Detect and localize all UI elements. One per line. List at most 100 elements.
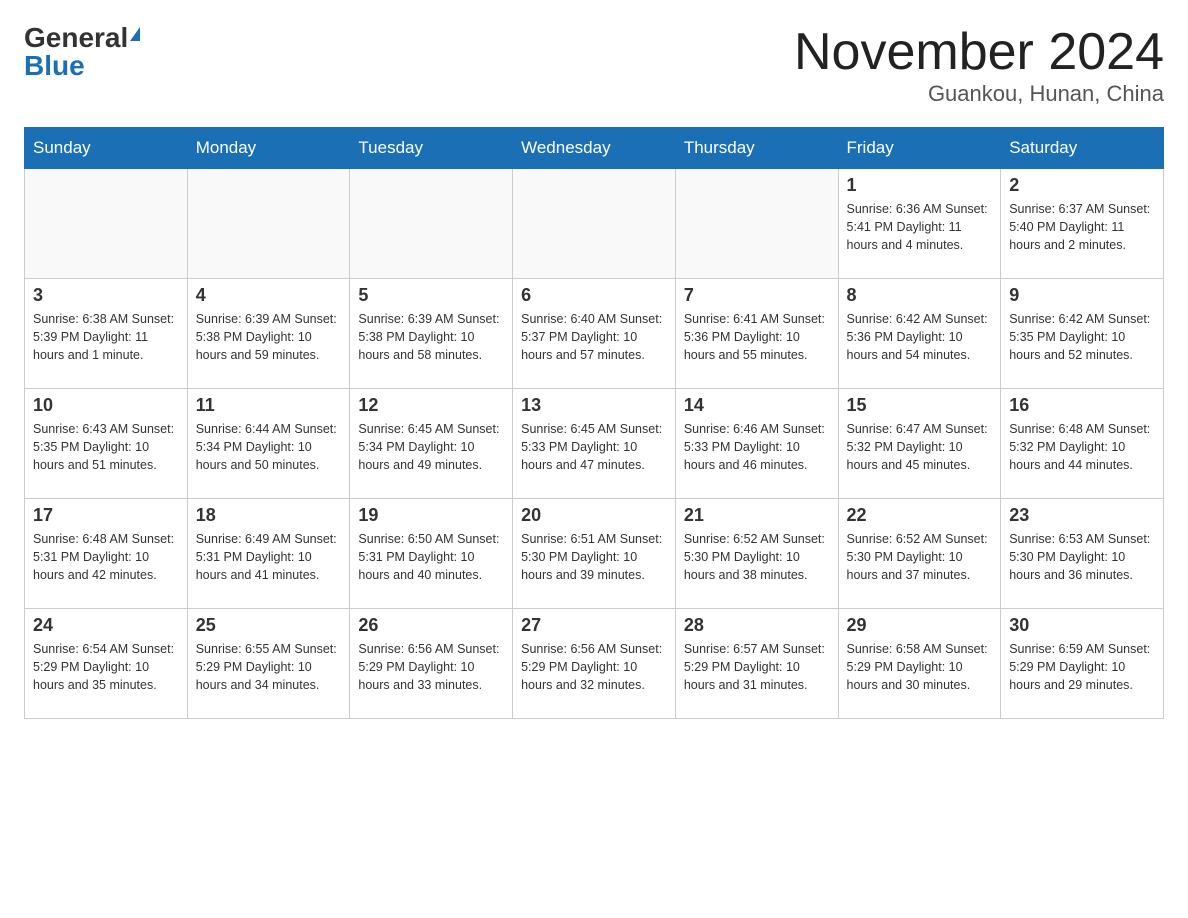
- calendar-cell: 23 Sunrise: 6:53 AM Sunset: 5:30 PM Dayli…: [1001, 499, 1164, 609]
- day-info: Sunrise: 6:49 AM Sunset: 5:31 PM Dayligh…: [196, 530, 342, 584]
- weekday-header-thursday: Thursday: [675, 128, 838, 169]
- calendar-cell: 19 Sunrise: 6:50 AM Sunset: 5:31 PM Dayli…: [350, 499, 513, 609]
- calendar-cell: 29 Sunrise: 6:58 AM Sunset: 5:29 PM Dayli…: [838, 609, 1001, 719]
- day-number: 21: [684, 505, 830, 526]
- day-number: 14: [684, 395, 830, 416]
- day-number: 20: [521, 505, 667, 526]
- day-info: Sunrise: 6:36 AM Sunset: 5:41 PM Dayligh…: [847, 200, 993, 254]
- day-info: Sunrise: 6:41 AM Sunset: 5:36 PM Dayligh…: [684, 310, 830, 364]
- day-number: 11: [196, 395, 342, 416]
- calendar-cell: 26Sunrise: 6:56 AM Sunset: 5:29 PM Dayli…: [350, 609, 513, 719]
- day-number: 30: [1009, 615, 1155, 636]
- day-info: Sunrise: 6:45 AM Sunset: 5:33 PM Dayligh…: [521, 420, 667, 474]
- logo-general-text: General: [24, 24, 128, 52]
- calendar-cell: 4 Sunrise: 6:39 AM Sunset: 5:38 PM Daylig…: [187, 279, 350, 389]
- weekday-header-sunday: Sunday: [25, 128, 188, 169]
- day-number: 24: [33, 615, 179, 636]
- calendar-cell: 27Sunrise: 6:56 AM Sunset: 5:29 PM Dayli…: [513, 609, 676, 719]
- day-number: 22: [847, 505, 993, 526]
- calendar-cell: [350, 169, 513, 279]
- calendar-cell: 2 Sunrise: 6:37 AM Sunset: 5:40 PM Daylig…: [1001, 169, 1164, 279]
- weekday-header-saturday: Saturday: [1001, 128, 1164, 169]
- calendar-cell: [513, 169, 676, 279]
- calendar-subtitle: Guankou, Hunan, China: [794, 81, 1164, 107]
- day-info: Sunrise: 6:39 AM Sunset: 5:38 PM Dayligh…: [358, 310, 504, 364]
- calendar-cell: 18Sunrise: 6:49 AM Sunset: 5:31 PM Dayli…: [187, 499, 350, 609]
- day-info: Sunrise: 6:48 AM Sunset: 5:31 PM Dayligh…: [33, 530, 179, 584]
- day-number: 9: [1009, 285, 1155, 306]
- calendar-cell: [675, 169, 838, 279]
- day-number: 12: [358, 395, 504, 416]
- weekday-header-friday: Friday: [838, 128, 1001, 169]
- day-info: Sunrise: 6:52 AM Sunset: 5:30 PM Dayligh…: [847, 530, 993, 584]
- calendar-week-row: 24 Sunrise: 6:54 AM Sunset: 5:29 PM Dayli…: [25, 609, 1164, 719]
- weekday-header-monday: Monday: [187, 128, 350, 169]
- logo-triangle-icon: [130, 27, 140, 41]
- calendar-header: SundayMondayTuesdayWednesdayThursdayFrid…: [25, 128, 1164, 169]
- day-number: 13: [521, 395, 667, 416]
- day-info: Sunrise: 6:37 AM Sunset: 5:40 PM Dayligh…: [1009, 200, 1155, 254]
- calendar-cell: 12 Sunrise: 6:45 AM Sunset: 5:34 PM Dayli…: [350, 389, 513, 499]
- calendar-cell: 17 Sunrise: 6:48 AM Sunset: 5:31 PM Dayli…: [25, 499, 188, 609]
- calendar-cell: 15 Sunrise: 6:47 AM Sunset: 5:32 PM Dayli…: [838, 389, 1001, 499]
- day-number: 23: [1009, 505, 1155, 526]
- day-info: Sunrise: 6:53 AM Sunset: 5:30 PM Dayligh…: [1009, 530, 1155, 584]
- calendar-cell: 3Sunrise: 6:38 AM Sunset: 5:39 PM Daylig…: [25, 279, 188, 389]
- weekday-header-wednesday: Wednesday: [513, 128, 676, 169]
- day-number: 28: [684, 615, 830, 636]
- day-number: 3: [33, 285, 179, 306]
- page-header: General Blue November 2024 Guankou, Huna…: [24, 24, 1164, 107]
- calendar-cell: 20Sunrise: 6:51 AM Sunset: 5:30 PM Dayli…: [513, 499, 676, 609]
- day-info: Sunrise: 6:42 AM Sunset: 5:35 PM Dayligh…: [1009, 310, 1155, 364]
- day-info: Sunrise: 6:55 AM Sunset: 5:29 PM Dayligh…: [196, 640, 342, 694]
- day-info: Sunrise: 6:47 AM Sunset: 5:32 PM Dayligh…: [847, 420, 993, 474]
- day-number: 7: [684, 285, 830, 306]
- day-info: Sunrise: 6:48 AM Sunset: 5:32 PM Dayligh…: [1009, 420, 1155, 474]
- calendar-cell: 5Sunrise: 6:39 AM Sunset: 5:38 PM Daylig…: [350, 279, 513, 389]
- day-info: Sunrise: 6:58 AM Sunset: 5:29 PM Dayligh…: [847, 640, 993, 694]
- day-number: 29: [847, 615, 993, 636]
- calendar-cell: 24 Sunrise: 6:54 AM Sunset: 5:29 PM Dayli…: [25, 609, 188, 719]
- calendar-cell: 14 Sunrise: 6:46 AM Sunset: 5:33 PM Dayli…: [675, 389, 838, 499]
- day-number: 27: [521, 615, 667, 636]
- logo-blue-text: Blue: [24, 52, 85, 80]
- day-number: 1: [847, 175, 993, 196]
- day-info: Sunrise: 6:54 AM Sunset: 5:29 PM Dayligh…: [33, 640, 179, 694]
- day-number: 15: [847, 395, 993, 416]
- calendar-week-row: 10Sunrise: 6:43 AM Sunset: 5:35 PM Dayli…: [25, 389, 1164, 499]
- calendar-cell: 6Sunrise: 6:40 AM Sunset: 5:37 PM Daylig…: [513, 279, 676, 389]
- calendar-title: November 2024: [794, 24, 1164, 81]
- calendar-cell: 10Sunrise: 6:43 AM Sunset: 5:35 PM Dayli…: [25, 389, 188, 499]
- calendar-cell: 22 Sunrise: 6:52 AM Sunset: 5:30 PM Dayli…: [838, 499, 1001, 609]
- day-number: 25: [196, 615, 342, 636]
- day-info: Sunrise: 6:46 AM Sunset: 5:33 PM Dayligh…: [684, 420, 830, 474]
- day-info: Sunrise: 6:59 AM Sunset: 5:29 PM Dayligh…: [1009, 640, 1155, 694]
- day-info: Sunrise: 6:44 AM Sunset: 5:34 PM Dayligh…: [196, 420, 342, 474]
- day-number: 17: [33, 505, 179, 526]
- day-info: Sunrise: 6:45 AM Sunset: 5:34 PM Dayligh…: [358, 420, 504, 474]
- day-number: 4: [196, 285, 342, 306]
- day-info: Sunrise: 6:42 AM Sunset: 5:36 PM Dayligh…: [847, 310, 993, 364]
- calendar-cell: 28 Sunrise: 6:57 AM Sunset: 5:29 PM Dayli…: [675, 609, 838, 719]
- day-info: Sunrise: 6:43 AM Sunset: 5:35 PM Dayligh…: [33, 420, 179, 474]
- logo: General Blue: [24, 24, 140, 80]
- day-number: 2: [1009, 175, 1155, 196]
- weekday-header-tuesday: Tuesday: [350, 128, 513, 169]
- weekday-header-row: SundayMondayTuesdayWednesdayThursdayFrid…: [25, 128, 1164, 169]
- calendar-week-row: 3Sunrise: 6:38 AM Sunset: 5:39 PM Daylig…: [25, 279, 1164, 389]
- day-info: Sunrise: 6:52 AM Sunset: 5:30 PM Dayligh…: [684, 530, 830, 584]
- calendar-cell: 25 Sunrise: 6:55 AM Sunset: 5:29 PM Dayli…: [187, 609, 350, 719]
- day-number: 6: [521, 285, 667, 306]
- day-number: 19: [358, 505, 504, 526]
- calendar-cell: 11 Sunrise: 6:44 AM Sunset: 5:34 PM Dayli…: [187, 389, 350, 499]
- day-info: Sunrise: 6:50 AM Sunset: 5:31 PM Dayligh…: [358, 530, 504, 584]
- calendar-cell: 30 Sunrise: 6:59 AM Sunset: 5:29 PM Dayli…: [1001, 609, 1164, 719]
- day-number: 16: [1009, 395, 1155, 416]
- day-info: Sunrise: 6:57 AM Sunset: 5:29 PM Dayligh…: [684, 640, 830, 694]
- calendar-week-row: 1 Sunrise: 6:36 AM Sunset: 5:41 PM Daylig…: [25, 169, 1164, 279]
- calendar-cell: [187, 169, 350, 279]
- calendar-week-row: 17 Sunrise: 6:48 AM Sunset: 5:31 PM Dayli…: [25, 499, 1164, 609]
- calendar-cell: 1 Sunrise: 6:36 AM Sunset: 5:41 PM Daylig…: [838, 169, 1001, 279]
- calendar-cell: 8Sunrise: 6:42 AM Sunset: 5:36 PM Daylig…: [838, 279, 1001, 389]
- day-info: Sunrise: 6:39 AM Sunset: 5:38 PM Dayligh…: [196, 310, 342, 364]
